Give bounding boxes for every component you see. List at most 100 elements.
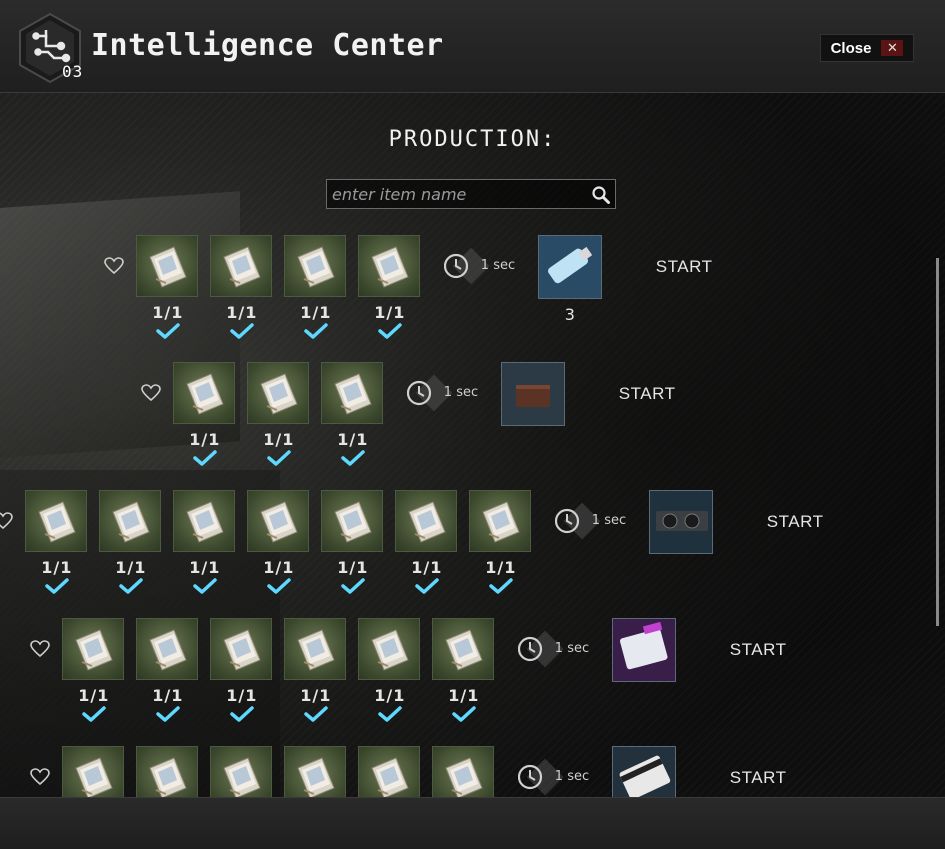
intelligence-folder-icon[interactable]	[61, 746, 124, 797]
checkmark-icon	[469, 577, 533, 597]
requirement-item	[61, 746, 126, 797]
checkmark-icon	[99, 577, 163, 597]
requirement-count: 1/1	[189, 558, 221, 577]
intelligence-folder-icon[interactable]	[468, 490, 531, 552]
requirement-count: 1/1	[78, 686, 110, 705]
intelligence-folder-icon[interactable]	[357, 618, 420, 680]
requirement-item	[283, 746, 348, 797]
production-time: 1 sec	[517, 630, 608, 670]
checkmark-icon	[358, 705, 422, 725]
time-label: 1 sec	[554, 641, 590, 656]
requirement-item: 1/1	[283, 618, 348, 725]
requirement-count: 1/1	[337, 558, 369, 577]
recipe-row: 1/1 1/1 1/1 1 sec START	[0, 362, 945, 472]
start-button[interactable]: START	[730, 640, 787, 660]
favorite-heart-icon[interactable]	[29, 640, 50, 658]
time-label: 1 sec	[554, 769, 590, 784]
requirement-item	[357, 746, 422, 797]
close-button[interactable]: Close ✕	[820, 34, 914, 62]
intelligence-folder-icon[interactable]	[98, 490, 161, 552]
start-button[interactable]: START	[656, 257, 713, 277]
intelligence-folder-icon[interactable]	[283, 746, 346, 797]
checkmark-icon	[432, 705, 496, 725]
intelligence-folder-icon[interactable]	[135, 746, 198, 797]
start-button[interactable]: START	[730, 768, 787, 788]
checkmark-icon	[321, 577, 385, 597]
intelligence-folder-icon[interactable]	[320, 490, 383, 552]
requirement-count: 1/1	[41, 558, 73, 577]
labs-keycard-icon[interactable]	[611, 618, 676, 682]
requirement-count: 1/1	[189, 430, 221, 449]
close-icon: ✕	[881, 40, 904, 56]
intelligence-folder-icon[interactable]	[431, 746, 494, 797]
requirement-item: 1/1	[357, 618, 422, 725]
favorite-heart-icon[interactable]	[140, 384, 161, 402]
intelligence-folder-icon[interactable]	[283, 618, 346, 680]
intelligence-folder-icon[interactable]	[246, 490, 309, 552]
checkmark-icon	[247, 449, 311, 469]
checkmark-icon	[136, 322, 200, 342]
white-keycard-icon[interactable]	[611, 746, 676, 797]
intelligence-folder-icon[interactable]	[283, 235, 346, 297]
intelligence-folder-icon[interactable]	[246, 362, 309, 424]
requirement-item: 1/1	[135, 235, 200, 342]
requirement-item: 1/1	[320, 490, 385, 597]
favorite-heart-icon[interactable]	[29, 768, 50, 786]
intelligence-folder-icon[interactable]	[24, 490, 87, 552]
requirement-item: 1/1	[209, 235, 274, 342]
intelligence-folder-icon[interactable]	[209, 618, 272, 680]
graphics-card-icon[interactable]	[648, 490, 713, 554]
scrollbar[interactable]	[936, 258, 939, 626]
checkmark-icon	[62, 705, 126, 725]
intelligence-folder-icon[interactable]	[209, 746, 272, 797]
start-button[interactable]: START	[767, 512, 824, 532]
requirement-item: 1/1	[24, 490, 89, 597]
start-button[interactable]: START	[619, 384, 676, 404]
favorite-heart-icon[interactable]	[103, 257, 124, 275]
requirement-item: 1/1	[98, 490, 163, 597]
intelligence-folder-icon[interactable]	[394, 490, 457, 552]
search-icon[interactable]	[591, 185, 611, 205]
requirement-item: 1/1	[209, 618, 274, 725]
intelligence-folder-icon[interactable]	[135, 235, 198, 297]
usb-flash-drive-icon[interactable]	[537, 235, 602, 299]
intelligence-folder-icon[interactable]	[209, 235, 272, 297]
window-header: 03 Intelligence Center Close ✕	[0, 0, 945, 93]
production-time: 1 sec	[554, 502, 645, 542]
requirement-item: 1/1	[283, 235, 348, 342]
requirement-count: 1/1	[485, 558, 517, 577]
recipe-row: 1/1 1/1 1/1 1/1 1 sec 3 START	[0, 235, 945, 345]
intelligence-folder-icon[interactable]	[357, 746, 420, 797]
checkmark-icon	[210, 322, 274, 342]
requirement-item: 1/1	[394, 490, 459, 597]
requirement-count: 1/1	[263, 430, 295, 449]
requirement-item: 1/1	[357, 235, 422, 342]
checkmark-icon	[25, 577, 89, 597]
requirement-count: 1/1	[337, 430, 369, 449]
requirement-item: 1/1	[246, 490, 311, 597]
requirement-item: 1/1	[246, 362, 311, 469]
level-number: 03	[62, 62, 84, 81]
output-count: 3	[564, 305, 575, 324]
checkmark-icon	[247, 577, 311, 597]
favorite-heart-icon[interactable]	[0, 512, 13, 530]
production-time: 1 sec	[443, 247, 534, 287]
leather-wallet-icon[interactable]	[500, 362, 565, 426]
intelligence-folder-icon[interactable]	[172, 362, 235, 424]
recipe-row: 1 sec START	[0, 746, 945, 797]
checkmark-icon	[173, 577, 237, 597]
requirement-count: 1/1	[300, 686, 332, 705]
close-label: Close	[830, 39, 872, 57]
requirement-item	[431, 746, 496, 797]
requirement-item: 1/1	[61, 618, 126, 725]
requirement-count: 1/1	[115, 558, 147, 577]
intelligence-folder-icon[interactable]	[357, 235, 420, 297]
intelligence-folder-icon[interactable]	[172, 490, 235, 552]
intelligence-folder-icon[interactable]	[135, 618, 198, 680]
search-input[interactable]	[327, 180, 587, 208]
intelligence-folder-icon[interactable]	[320, 362, 383, 424]
intelligence-folder-icon[interactable]	[431, 618, 494, 680]
checkmark-icon	[210, 705, 274, 725]
intelligence-folder-icon[interactable]	[61, 618, 124, 680]
requirement-item: 1/1	[468, 490, 533, 597]
